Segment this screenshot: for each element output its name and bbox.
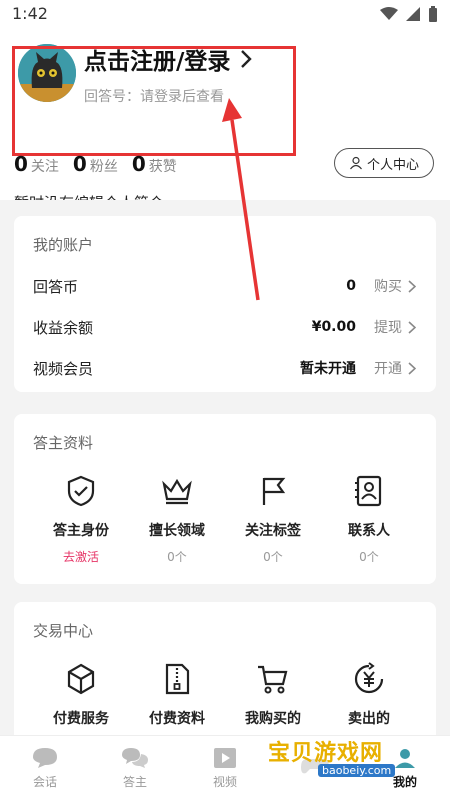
highlight-box: [12, 46, 296, 156]
action-label: 开通: [374, 361, 402, 377]
grid-label: 联系人: [348, 523, 390, 539]
grid-label: 答主身份: [53, 523, 109, 539]
grid-sub: 0个: [359, 550, 379, 564]
action-label: 购买: [374, 279, 402, 295]
row-label: 视频会员: [33, 359, 94, 378]
watermark-text: 宝贝游戏网: [268, 741, 384, 766]
account-title: 我的账户: [33, 236, 94, 254]
double-chat-icon: [122, 747, 148, 768]
nav-label: 会话: [32, 774, 57, 789]
stat-label: 粉丝: [89, 159, 118, 175]
nav-item-chat[interactable]: 会话: [0, 736, 90, 800]
status-bar: 1:42: [0, 0, 450, 30]
grid-sub: 0个: [263, 550, 283, 564]
withdraw-action[interactable]: 提现: [374, 317, 416, 337]
trade-grid: 付费服务 付费资料 我购买的 卖出的: [14, 662, 436, 728]
stat-label: 获赞: [148, 159, 177, 175]
chevron-right-icon: [408, 361, 416, 375]
account-card: 我的账户 回答币 0 购买 收益余额 ¥0.00 提现 视频会员 暂未开通 开通: [14, 216, 436, 392]
stat-num: 0: [72, 152, 87, 176]
answerer-card: 答主资料 答主身份 去激活 擅长领域 0个 关注标签 0个 联系人 0个: [14, 414, 436, 584]
wifi-icon: [380, 7, 398, 20]
user-outline-icon: [350, 156, 362, 170]
box-icon: [67, 663, 95, 695]
grid-item-paid-material[interactable]: 付费资料: [129, 662, 225, 728]
row-value: 0: [346, 278, 356, 294]
nav-label: 我的: [392, 774, 417, 789]
stat-following[interactable]: 0 关注: [14, 152, 59, 176]
stat-fans[interactable]: 0 粉丝: [73, 152, 118, 176]
flag-icon: [262, 477, 286, 505]
row-value: ¥0.00: [311, 319, 356, 335]
account-row-vip[interactable]: 视频会员 暂未开通 开通: [14, 348, 436, 388]
grid-item-identity[interactable]: 答主身份 去激活: [33, 474, 129, 565]
yen-cycle-icon: [354, 662, 384, 694]
signal-icon: [406, 7, 420, 21]
nav-item-video[interactable]: 视频: [180, 736, 270, 800]
user-icon: [395, 748, 415, 768]
grid-item-paid-service[interactable]: 付费服务: [33, 662, 129, 728]
status-icons: [380, 6, 438, 22]
video-icon: [214, 747, 236, 768]
grid-sub: 0个: [167, 550, 187, 564]
stat-likes[interactable]: 0 获赞: [132, 152, 177, 176]
contact-book-icon: [355, 475, 382, 507]
row-label: 收益余额: [33, 318, 94, 337]
chevron-right-icon: [408, 279, 416, 293]
stat-num: 0: [14, 152, 28, 176]
account-row-balance[interactable]: 收益余额 ¥0.00 提现: [14, 307, 436, 347]
nav-label: 视频: [212, 774, 237, 789]
grid-label: 卖出的: [348, 711, 390, 727]
zip-file-icon: [165, 663, 190, 695]
stat-label: 关注: [30, 159, 59, 175]
chevron-right-icon: [408, 320, 416, 334]
content-area: 我的账户 回答币 0 购买 收益余额 ¥0.00 提现 视频会员 暂未开通 开通: [0, 200, 450, 752]
nav-label: 答主: [122, 774, 147, 789]
grid-label: 擅长领域: [149, 523, 205, 539]
answerer-title: 答主资料: [33, 434, 94, 452]
grid-item-sold[interactable]: 卖出的: [321, 662, 417, 728]
grid-label: 我购买的: [245, 711, 301, 727]
row-value: 暂未开通: [300, 361, 356, 377]
activate-action[interactable]: 开通: [374, 358, 416, 378]
profile-header: 点击注册/登录 回答号：请登录后查看 0 关注 0 粉丝 0 获赞 个人中心 暂…: [0, 30, 450, 212]
chat-bubble-icon: [33, 747, 57, 768]
stat-num: 0: [131, 152, 146, 176]
grid-label: 付费资料: [149, 711, 205, 727]
shield-check-icon: [67, 475, 95, 507]
grid-sub: 去激活: [62, 550, 99, 564]
trade-title: 交易中心: [33, 622, 94, 640]
cart-icon: [258, 665, 288, 694]
personal-center-label: 个人中心: [366, 157, 419, 173]
grid-item-tags[interactable]: 关注标签 0个: [225, 474, 321, 565]
row-label: 回答币: [33, 277, 79, 296]
buy-action[interactable]: 购买: [374, 276, 416, 296]
trade-card: 交易中心 付费服务 付费资料 我购买的 卖出的: [14, 602, 436, 752]
status-time: 1:42: [12, 4, 48, 23]
grid-label: 付费服务: [53, 711, 109, 727]
answerer-grid: 答主身份 去激活 擅长领域 0个 关注标签 0个 联系人 0个: [14, 474, 436, 565]
grid-item-purchased[interactable]: 我购买的: [225, 662, 321, 728]
grid-label: 关注标签: [245, 523, 301, 539]
personal-center-button[interactable]: 个人中心: [334, 148, 434, 178]
crown-icon: [162, 478, 192, 505]
grid-item-domain[interactable]: 擅长领域 0个: [129, 474, 225, 565]
battery-icon: [429, 6, 437, 22]
watermark-url: baobeiy.com: [318, 764, 396, 777]
grid-item-contacts[interactable]: 联系人 0个: [321, 474, 417, 565]
action-label: 提现: [374, 320, 402, 336]
nav-item-answerer[interactable]: 答主: [90, 736, 180, 800]
account-row-coins[interactable]: 回答币 0 购买: [14, 266, 436, 306]
stats-row: 0 关注 0 粉丝 0 获赞: [14, 152, 177, 176]
